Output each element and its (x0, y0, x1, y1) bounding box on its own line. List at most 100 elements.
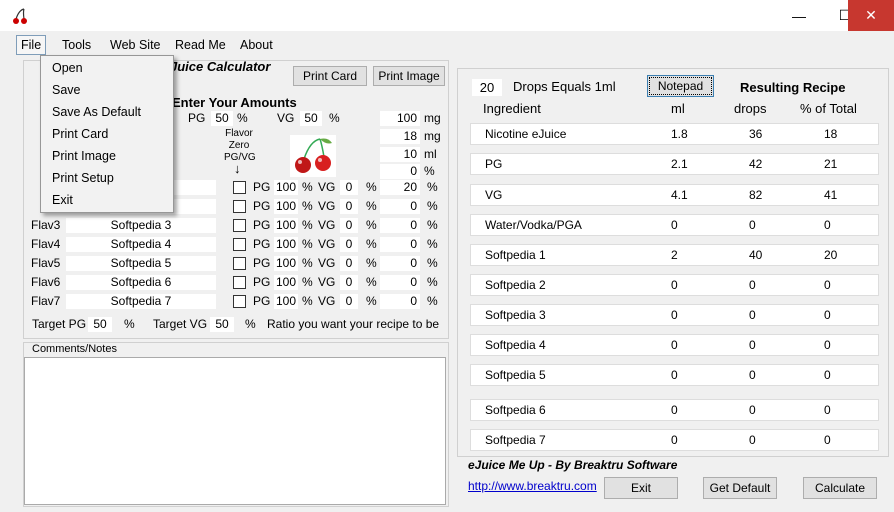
print-card-button[interactable]: Print Card (293, 66, 367, 86)
flavor-vg-input[interactable]: 0 (340, 180, 358, 195)
recipe-ml: 0 (671, 278, 678, 292)
notepad-button[interactable]: Notepad (647, 75, 714, 97)
recipe-row: Softpedia 5 0 0 0 (470, 364, 879, 386)
flavor-vg-input[interactable]: 0 (340, 218, 358, 233)
file-menu-save[interactable]: Save (52, 83, 81, 97)
header-ingredient: Ingredient (483, 101, 541, 116)
flavor-amount-input[interactable]: 20 (380, 180, 420, 195)
recipe-row: Nicotine eJuice 1.8 36 18 (470, 123, 879, 145)
calculate-button[interactable]: Calculate (803, 477, 877, 499)
nicotine-strength-input[interactable]: 100 (380, 111, 420, 126)
pg-label: PG (188, 111, 206, 125)
pct-label: % (366, 294, 377, 308)
pg-short-label: PG (253, 199, 271, 213)
pg-short-label: PG (253, 218, 271, 232)
recipe-pct: 0 (824, 278, 831, 292)
flavor-zero-checkbox[interactable] (233, 295, 246, 308)
recipe-ingredient: Water/Vodka/PGA (485, 218, 582, 232)
file-menu-open[interactable]: Open (52, 61, 83, 75)
vg-short-label: VG (318, 256, 336, 270)
pct-label: % (427, 294, 438, 308)
water-pct-input[interactable]: 0 (380, 164, 420, 179)
menu-tools[interactable]: Tools (58, 36, 95, 54)
recipe-pct: 0 (824, 218, 831, 232)
flavor-pg-input[interactable]: 100 (274, 180, 298, 195)
recipe-pct: 20 (824, 248, 838, 262)
flavor-vg-input[interactable]: 0 (340, 237, 358, 252)
file-menu-print-image[interactable]: Print Image (52, 149, 116, 163)
pct-label: % (427, 275, 438, 289)
flavor-amount-input[interactable]: 0 (380, 199, 420, 214)
drops-per-ml-input[interactable]: 20 (472, 79, 502, 96)
pct-label: % (124, 317, 135, 331)
flavor-zero-checkbox[interactable] (233, 276, 246, 289)
get-default-button[interactable]: Get Default (703, 477, 777, 499)
recipe-drops: 82 (749, 188, 763, 202)
file-menu-print-setup[interactable]: Print Setup (52, 171, 114, 185)
flavor-amount-input[interactable]: 0 (380, 256, 420, 271)
exit-button[interactable]: Exit (604, 477, 678, 499)
flavor-name-input[interactable]: Softpedia 6 (66, 275, 216, 290)
file-menu-save-as-default[interactable]: Save As Default (52, 105, 141, 119)
flavor-name-input[interactable]: Softpedia 4 (66, 237, 216, 252)
flavor-amount-input[interactable]: 0 (380, 218, 420, 233)
flavor-name-input[interactable]: Softpedia 5 (66, 256, 216, 271)
flavor-vg-input[interactable]: 0 (340, 275, 358, 290)
flavor-pg-input[interactable]: 100 (274, 294, 298, 309)
flavor-pg-input[interactable]: 100 (274, 275, 298, 290)
flavor-vg-input[interactable]: 0 (340, 294, 358, 309)
menu-website[interactable]: Web Site (106, 36, 165, 54)
pct-label: % (302, 294, 313, 308)
close-button[interactable]: ✕ (848, 0, 894, 31)
flavor-vg-input[interactable]: 0 (340, 199, 358, 214)
pct-label: % (427, 237, 438, 251)
website-link[interactable]: http://www.breaktru.com (468, 479, 597, 493)
pct-label: % (329, 111, 340, 125)
pg-input[interactable]: 50 (211, 111, 233, 126)
recipe-row: Softpedia 7 0 0 0 (470, 429, 879, 451)
recipe-ingredient: Softpedia 4 (485, 338, 546, 352)
flavor-zero-checkbox[interactable] (233, 200, 246, 213)
flavor-zero-checkbox[interactable] (233, 257, 246, 270)
flavor-amount-input[interactable]: 0 (380, 275, 420, 290)
ratio-hint: Ratio you want your recipe to be (267, 317, 440, 331)
print-image-button[interactable]: Print Image (373, 66, 445, 86)
flavor-name-input[interactable]: Softpedia 3 (66, 218, 216, 233)
flavor-pg-input[interactable]: 100 (274, 218, 298, 233)
flavor-amount-input[interactable]: 0 (380, 294, 420, 309)
recipe-drops: 0 (749, 368, 756, 382)
flavor-amount-input[interactable]: 0 (380, 237, 420, 252)
flavor-name-input[interactable]: Softpedia 7 (66, 294, 216, 309)
recipe-pct: 18 (824, 127, 838, 141)
flavor-pg-input[interactable]: 100 (274, 199, 298, 214)
comments-label: Comments/Notes (32, 343, 117, 355)
recipe-ml: 0 (671, 308, 678, 322)
recipe-pct: 0 (824, 308, 831, 322)
flavor-zero-checkbox[interactable] (233, 219, 246, 232)
target-vg-input[interactable]: 50 (210, 317, 234, 332)
vg-input[interactable]: 50 (300, 111, 322, 126)
menu-about[interactable]: About (236, 36, 277, 54)
flavor-pg-input[interactable]: 100 (274, 237, 298, 252)
vg-short-label: VG (318, 199, 336, 213)
minimize-button[interactable]: — (776, 0, 822, 31)
flavor-vg-input[interactable]: 0 (340, 256, 358, 271)
menu-file[interactable]: File (16, 35, 47, 55)
recipe-ingredient: VG (485, 188, 503, 202)
amount-ml-input[interactable]: 10 (380, 147, 420, 162)
recipe-drops: 42 (749, 157, 763, 171)
flavor-pg-input[interactable]: 100 (274, 256, 298, 271)
flavor-zero-checkbox[interactable] (233, 238, 246, 251)
recipe-pct: 41 (824, 188, 838, 202)
menu-readme[interactable]: Read Me (171, 36, 230, 54)
target-pg-input[interactable]: 50 (88, 317, 112, 332)
target-nicotine-input[interactable]: 18 (380, 129, 420, 144)
file-menu-exit[interactable]: Exit (52, 193, 73, 207)
comments-textarea[interactable] (24, 357, 446, 505)
pct-label: % (366, 237, 377, 251)
flavor-zero-checkbox[interactable] (233, 181, 246, 194)
recipe-drops: 0 (749, 278, 756, 292)
header-drops: drops (734, 101, 767, 116)
file-menu-print-card[interactable]: Print Card (52, 127, 108, 141)
recipe-ingredient: Softpedia 6 (485, 403, 546, 417)
